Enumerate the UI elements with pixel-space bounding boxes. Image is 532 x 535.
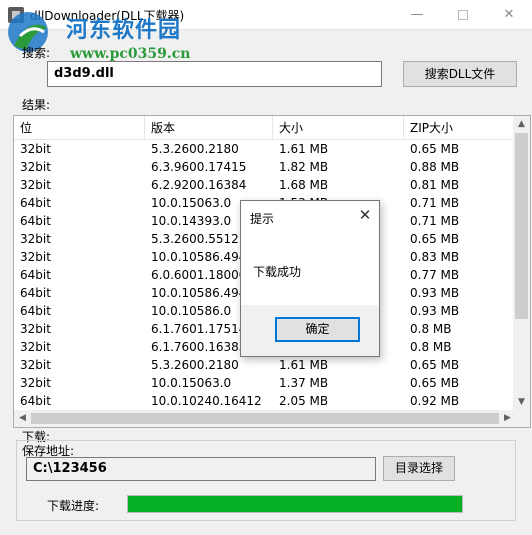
cell-zip-size: 0.93 MB	[410, 286, 460, 300]
cell-zip-size: 0.88 MB	[410, 160, 460, 174]
cell-zip-size: 0.81 MB	[410, 178, 460, 192]
dialog-title: 提示	[250, 212, 275, 226]
results-label: 结果:	[22, 98, 51, 112]
cell-version: 5.3.2600.2180	[151, 358, 239, 372]
dialog-footer: 确定	[241, 305, 379, 356]
cell-bit: 64bit	[20, 214, 51, 228]
cell-zip-size: 0.71 MB	[410, 196, 460, 210]
cell-bit: 32bit	[20, 358, 51, 372]
maximize-icon	[458, 9, 468, 20]
cell-zip-size: 0.71 MB	[410, 214, 460, 228]
cell-zip-size: 0.77 MB	[410, 268, 460, 282]
table-row[interactable]: 32bit 10.0.15063.0 1.37 MB 0.65 MB	[14, 374, 516, 392]
cell-zip-size: 0.65 MB	[410, 358, 460, 372]
scroll-up-icon[interactable]: ▲	[513, 116, 530, 133]
cell-bit: 64bit	[20, 286, 51, 300]
cell-version: 6.3.9600.17415	[151, 160, 247, 174]
table-row[interactable]: 32bit 5.3.2600.2180 1.61 MB 0.65 MB	[14, 140, 516, 158]
column-header-size[interactable]: 大小	[273, 116, 404, 140]
cell-bit: 32bit	[20, 250, 51, 264]
search-input[interactable]: d3d9.dll	[47, 61, 382, 87]
progress-label: 下载进度:	[47, 499, 100, 513]
cell-zip-size: 0.65 MB	[410, 142, 460, 156]
cell-bit: 32bit	[20, 178, 51, 192]
column-header-zip-size[interactable]: ZIP大小	[404, 116, 516, 140]
choose-directory-button[interactable]: 目录选择	[383, 456, 455, 481]
table-row[interactable]: 32bit 6.2.9200.16384 1.68 MB 0.81 MB	[14, 176, 516, 194]
dialog-message: 下载成功	[253, 265, 302, 279]
maximize-button[interactable]	[440, 0, 486, 30]
cell-zip-size: 0.8 MB	[410, 322, 452, 336]
cell-version: 10.0.10240.16412	[151, 394, 262, 408]
cell-size: 1.82 MB	[279, 160, 329, 174]
cell-bit: 32bit	[20, 232, 51, 246]
cell-bit: 64bit	[20, 304, 51, 318]
scroll-left-icon[interactable]: ◀	[14, 410, 31, 427]
cell-zip-size: 0.83 MB	[410, 250, 460, 264]
cell-bit: 32bit	[20, 322, 51, 336]
scroll-down-icon[interactable]: ▼	[513, 394, 530, 411]
message-dialog: 提示 ✕ 下载成功 确定	[240, 200, 380, 357]
column-header-version[interactable]: 版本	[145, 116, 273, 140]
cell-zip-size: 0.8 MB	[410, 340, 452, 354]
table-row[interactable]: 32bit 6.3.9600.17415 1.82 MB 0.88 MB	[14, 158, 516, 176]
vertical-scrollbar[interactable]: ▲ ▼	[513, 116, 530, 411]
cell-size: 1.37 MB	[279, 376, 329, 390]
cell-version: 5.3.2600.2180	[151, 142, 239, 156]
search-dll-button[interactable]: 搜索DLL文件	[403, 61, 517, 87]
watermark-title: 河东软件园	[66, 17, 182, 43]
horizontal-scroll-thumb[interactable]	[31, 413, 499, 424]
cell-zip-size: 0.65 MB	[410, 232, 460, 246]
vertical-scroll-thumb[interactable]	[515, 133, 528, 319]
watermark-url: www.pc0359.cn	[70, 46, 191, 62]
column-header-bit[interactable]: 位	[14, 116, 145, 140]
cell-bit: 32bit	[20, 340, 51, 354]
cell-bit: 64bit	[20, 268, 51, 282]
cell-version: 10.0.15063.0	[151, 376, 232, 390]
horizontal-scrollbar[interactable]: ◀ ▶	[14, 410, 516, 427]
cell-bit: 32bit	[20, 160, 51, 174]
minimize-button[interactable]: —	[394, 0, 440, 30]
cell-size: 1.61 MB	[279, 142, 329, 156]
cell-bit: 32bit	[20, 142, 51, 156]
download-progress-bar	[127, 495, 463, 513]
close-button[interactable]: ✕	[486, 0, 532, 30]
cell-size: 1.61 MB	[279, 358, 329, 372]
cell-zip-size: 0.92 MB	[410, 394, 460, 408]
table-header: 位 版本 大小 ZIP大小	[14, 116, 516, 140]
scrollbar-corner	[513, 410, 530, 427]
cell-size: 1.68 MB	[279, 178, 329, 192]
cell-bit: 64bit	[20, 196, 51, 210]
cell-zip-size: 0.65 MB	[410, 376, 460, 390]
search-label: 搜索:	[22, 46, 51, 60]
dialog-close-icon[interactable]: ✕	[354, 204, 376, 226]
cell-version: 6.2.9200.16384	[151, 178, 247, 192]
save-path-input[interactable]: C:\123456	[26, 457, 376, 481]
cell-size: 2.05 MB	[279, 394, 329, 408]
cell-zip-size: 0.93 MB	[410, 304, 460, 318]
cell-bit: 32bit	[20, 376, 51, 390]
cell-bit: 64bit	[20, 394, 51, 408]
ok-button[interactable]: 确定	[275, 317, 360, 342]
table-row[interactable]: 32bit 5.3.2600.2180 1.61 MB 0.65 MB	[14, 356, 516, 374]
progress-fill	[128, 496, 462, 512]
table-row[interactable]: 64bit 10.0.10240.16412 2.05 MB 0.92 MB	[14, 392, 516, 410]
